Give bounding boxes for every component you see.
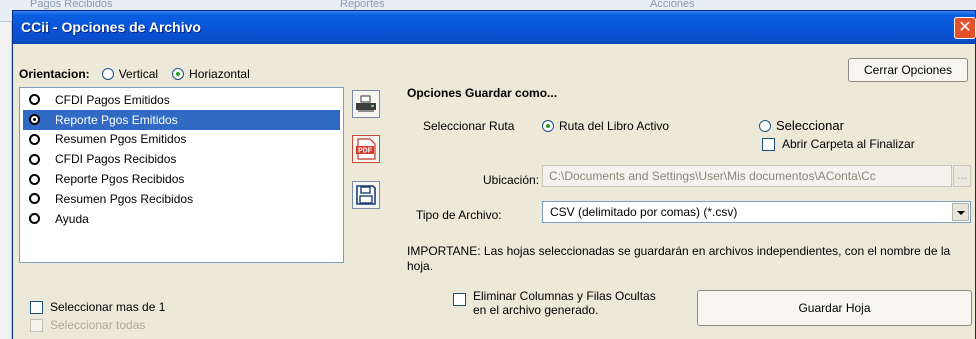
browse-button[interactable]: ... <box>953 165 971 187</box>
pdf-icon: PDF <box>356 138 376 160</box>
horizontal-label: Horiazontal <box>189 67 250 81</box>
open-folder-option[interactable]: Abrir Carpeta al Finalizar <box>762 137 915 151</box>
close-options-button[interactable]: Cerrar Opciones <box>848 58 968 82</box>
vertical-label: Vertical <box>118 67 159 81</box>
location-label: Ubicación: <box>483 173 540 187</box>
list-item-label: Reporte Pgos Recibidos <box>55 172 185 187</box>
orientation-horizontal-option[interactable]: Horiazontal <box>172 67 250 81</box>
save-disk-icon <box>356 185 376 205</box>
select-multiple-option[interactable]: Seleccionar mas de 1 <box>30 300 165 314</box>
route-active-radio[interactable] <box>542 120 554 132</box>
close-window-button[interactable]: ✕ <box>954 17 976 39</box>
title-bar[interactable]: CCii - Opciones de Archivo ✕ <box>13 11 976 44</box>
select-all-label: Seleccionar todas <box>50 318 146 332</box>
report-list[interactable]: CFDI Pagos Emitidos Reporte Pgos Emitidos… <box>19 87 344 263</box>
orientation-vertical-option[interactable]: Vertical <box>101 67 159 81</box>
list-item[interactable]: Resumen Pgos Recibidos <box>23 189 340 209</box>
list-item-radio[interactable] <box>29 213 40 225</box>
chevron-down-icon[interactable] <box>952 203 969 221</box>
file-type-select[interactable]: CSV (delimitado por comas) (*.csv) <box>542 201 971 223</box>
list-item[interactable]: Resumen Pgos Emitidos <box>23 130 340 150</box>
save-sheet-button[interactable]: Guardar Hoja <box>697 290 972 326</box>
list-item-label: Resumen Pgos Recibidos <box>55 191 194 206</box>
print-button[interactable] <box>352 90 380 118</box>
horizontal-radio[interactable] <box>172 68 185 80</box>
file-type-value: CSV (delimitado por comas) (*.csv) <box>550 205 738 219</box>
select-all-option: Seleccionar todas <box>30 318 145 332</box>
list-item-label: CFDI Pagos Emitidos <box>55 92 170 107</box>
list-item[interactable]: CFDI Pagos Recibidos <box>23 149 340 169</box>
location-field[interactable]: C:\Documents and Settings\User\Mis docum… <box>542 165 952 187</box>
background-tab: Acciones <box>650 0 695 10</box>
list-item-radio[interactable] <box>29 173 40 185</box>
list-item[interactable]: Reporte Pgos Recibidos <box>23 169 340 189</box>
export-pdf-button[interactable]: PDF <box>352 135 380 163</box>
list-item-label: CFDI Pagos Recibidos <box>55 152 177 167</box>
orientation-label: Orientacion: <box>19 67 90 81</box>
list-item-radio[interactable] <box>29 193 40 205</box>
route-active-label: Ruta del Libro Activo <box>559 119 670 133</box>
route-label: Seleccionar Ruta <box>423 119 515 133</box>
list-item[interactable]: Ayuda <box>23 209 340 229</box>
orientation-group: Orientacion: Vertical Horiazontal <box>19 66 264 82</box>
printer-icon <box>356 95 376 112</box>
options-dialog: CCii - Opciones de Archivo ✕ Orientacion… <box>12 10 976 339</box>
select-all-checkbox <box>30 318 43 332</box>
background-sheet-edge <box>0 22 12 339</box>
remove-hidden-checkbox[interactable] <box>453 293 466 306</box>
route-select-option[interactable]: Seleccionar <box>759 118 844 133</box>
dialog-body: Orientacion: Vertical Horiazontal CFDI P… <box>13 44 975 339</box>
list-item-radio[interactable] <box>29 94 40 106</box>
pdf-icon-label: PDF <box>358 148 373 155</box>
list-item-radio[interactable] <box>29 153 40 165</box>
select-multiple-label: Seleccionar mas de 1 <box>50 300 166 314</box>
list-item-radio[interactable] <box>29 114 40 126</box>
remove-hidden-label-line1: Eliminar Columnas y Filas Ocultas <box>473 289 656 303</box>
remove-hidden-option[interactable]: Eliminar Columnas y Filas Ocultas en el … <box>453 289 656 317</box>
remove-hidden-label-line2: en el archivo generado. <box>473 303 599 317</box>
list-item-label: Ayuda <box>55 211 89 226</box>
list-item[interactable]: CFDI Pagos Emitidos <box>23 90 340 110</box>
notice-text: IMPORTANE: Las hojas seleccionadas se gu… <box>407 244 951 273</box>
background-tab: Pagos Recibidos <box>30 0 113 10</box>
save-as-heading: Opciones Guardar como... <box>407 86 558 100</box>
list-item-label: Reporte Pgos Emitidos <box>55 112 178 127</box>
route-active-book-option[interactable]: Ruta del Libro Activo <box>542 119 669 133</box>
remove-hidden-label: Eliminar Columnas y Filas Ocultas en el … <box>473 289 656 317</box>
list-item-label: Resumen Pgos Emitidos <box>55 132 187 147</box>
window-title: CCii - Opciones de Archivo <box>21 19 201 35</box>
route-select-radio[interactable] <box>759 119 771 132</box>
save-disk-button[interactable] <box>352 181 380 209</box>
route-select-label: Seleccionar <box>776 118 844 133</box>
vertical-radio[interactable] <box>101 68 114 80</box>
background-tab: Reportes <box>340 0 385 10</box>
open-folder-label: Abrir Carpeta al Finalizar <box>782 137 915 151</box>
list-item-radio[interactable] <box>29 133 40 145</box>
list-item[interactable]: Reporte Pgos Emitidos <box>23 109 340 130</box>
select-multiple-checkbox[interactable] <box>30 300 43 314</box>
file-type-label: Tipo de Archivo: <box>416 208 502 222</box>
open-folder-checkbox[interactable] <box>762 137 775 151</box>
